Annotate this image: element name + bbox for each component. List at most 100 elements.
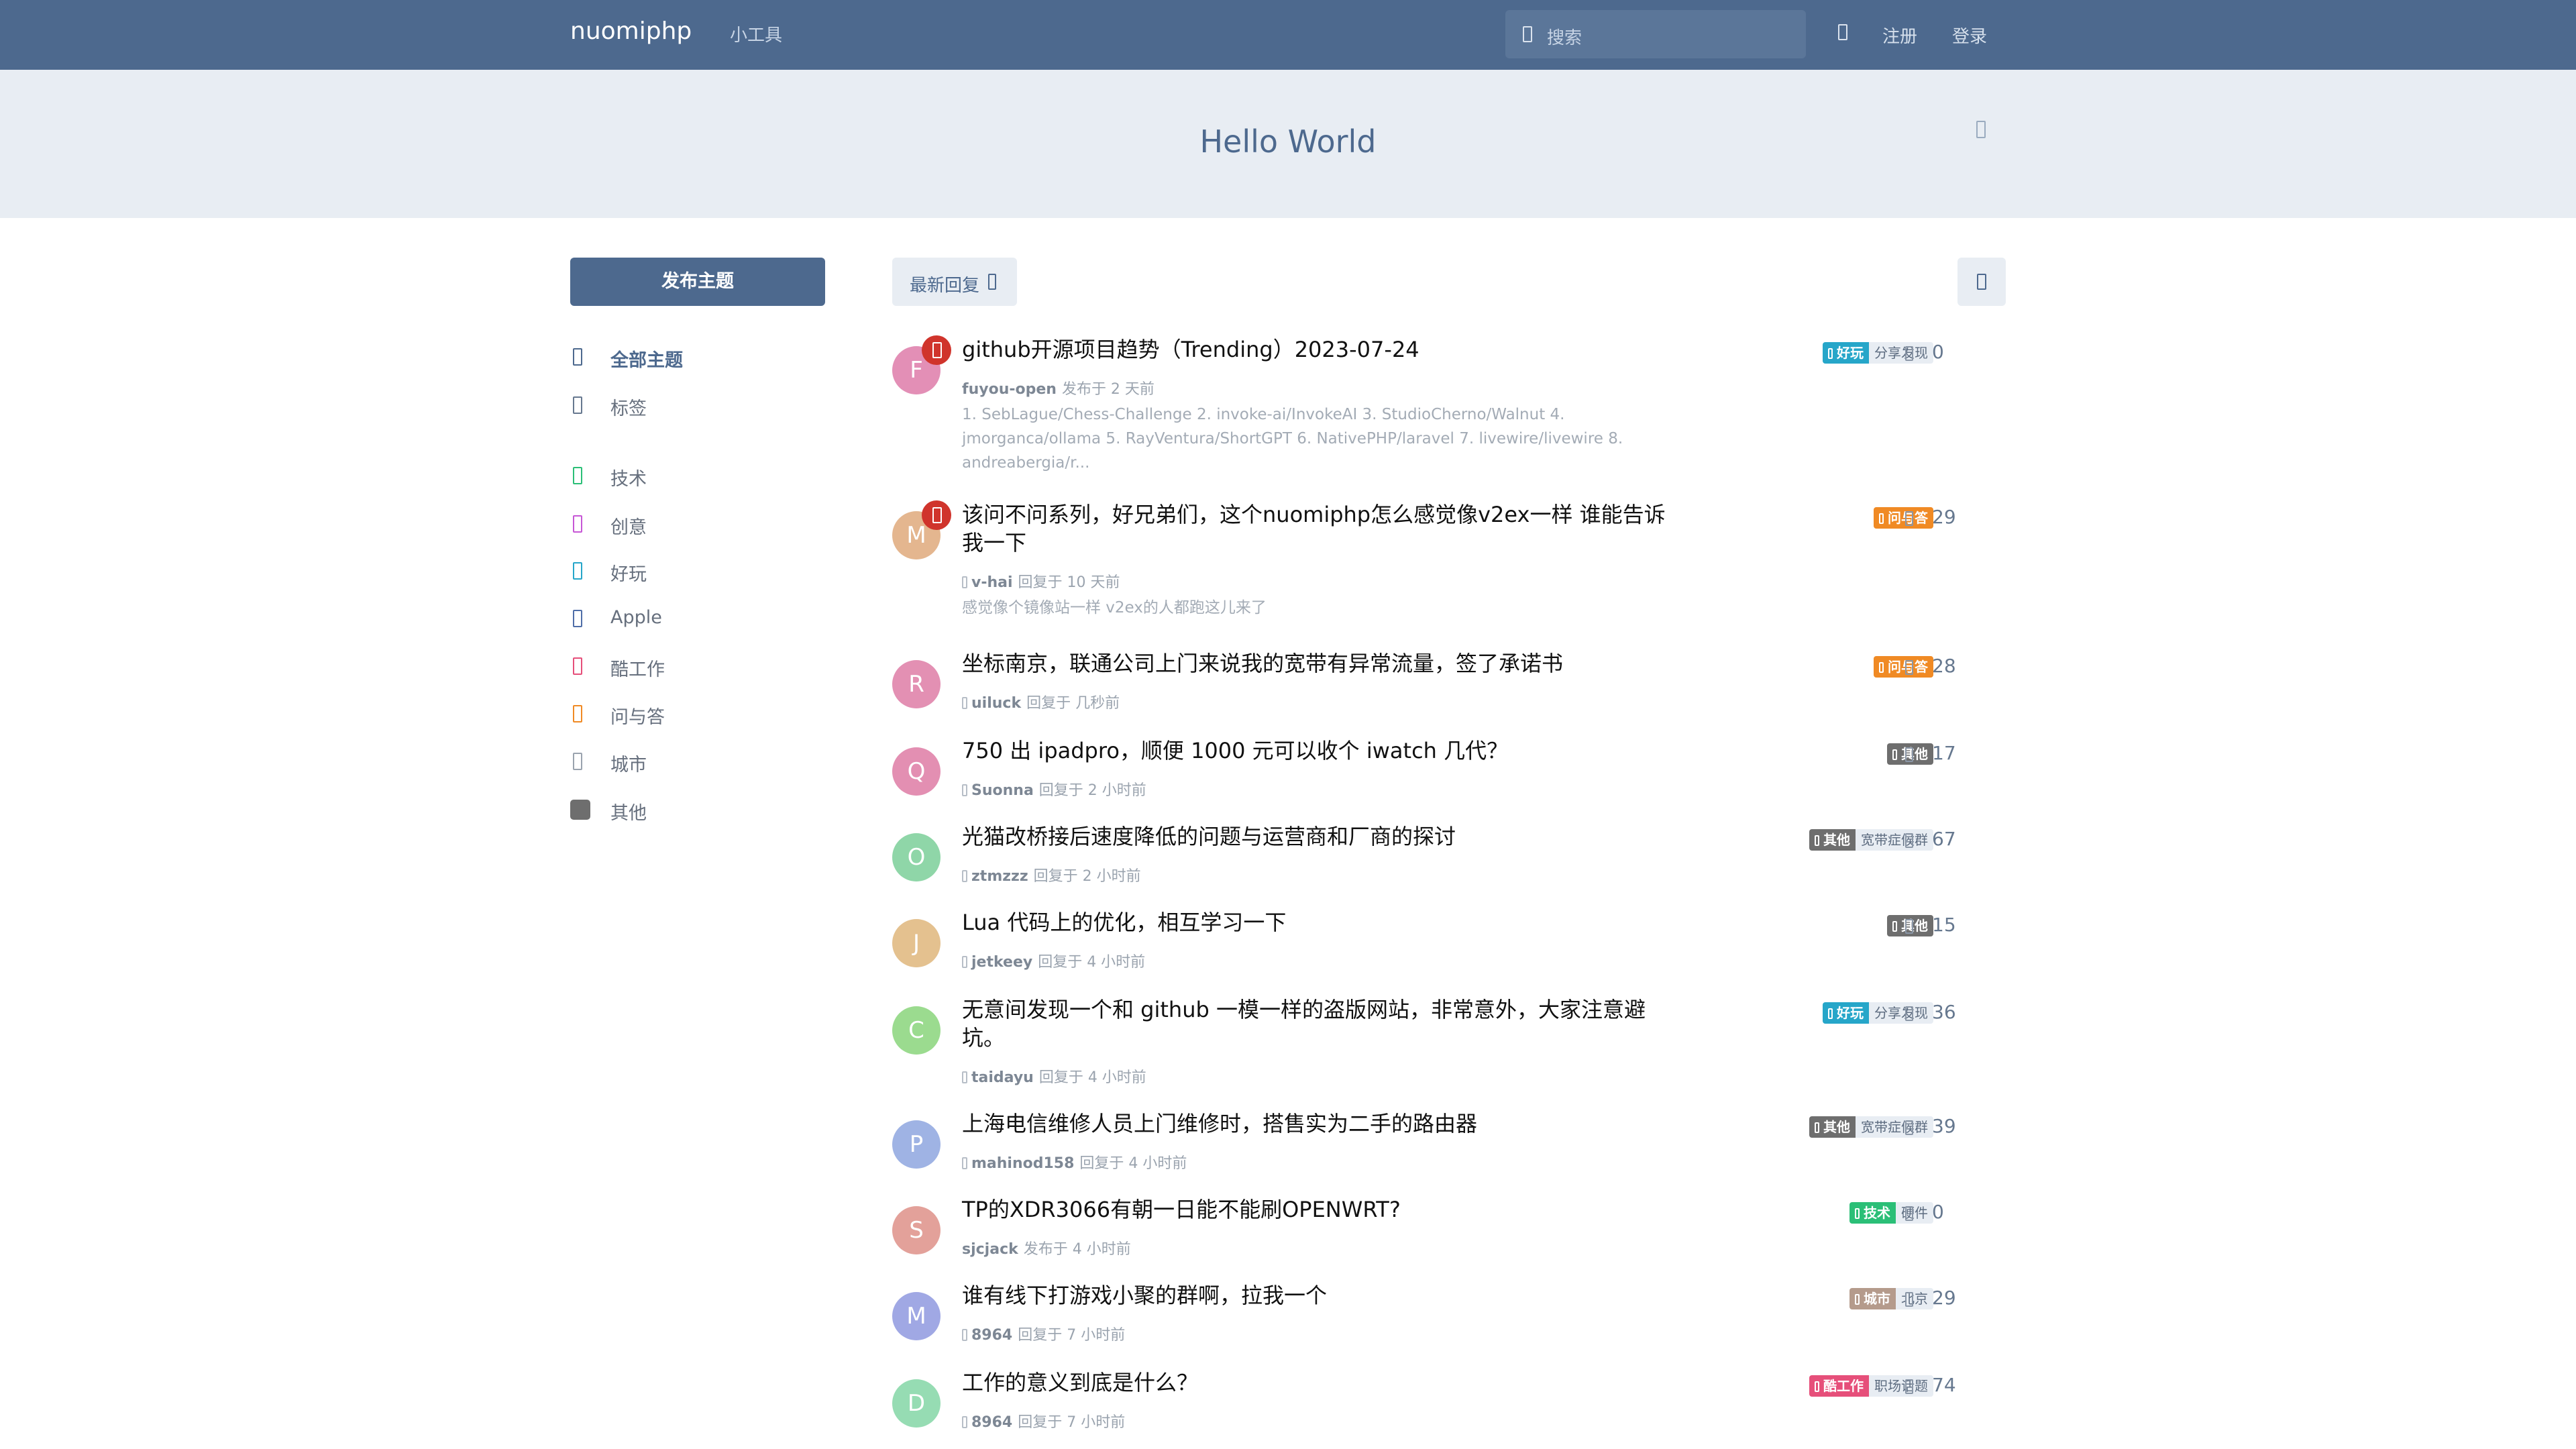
reply-count: 17 bbox=[1932, 742, 1956, 764]
tag-badge[interactable]: 问与答 bbox=[1874, 656, 1933, 678]
tag-badge-secondary[interactable]: 宽带症候群 bbox=[1856, 829, 1933, 851]
tag-badge-secondary[interactable]: 分享发现 bbox=[1869, 342, 1933, 364]
avatar[interactable]: S bbox=[892, 1206, 941, 1254]
nav-link-tools[interactable]: 小工具 bbox=[730, 21, 782, 46]
search-icon bbox=[1523, 26, 1532, 42]
tag-badge-secondary[interactable]: 分享发现 bbox=[1869, 1002, 1933, 1024]
sidebar-item-label: Apple bbox=[610, 607, 662, 628]
reply-count-icon bbox=[1905, 919, 1913, 934]
discussion-title[interactable]: TP的XDR3066有朝一日能不能刷OPENWRT? bbox=[962, 1195, 1673, 1224]
refresh-button[interactable] bbox=[1957, 258, 2006, 306]
pin-icon bbox=[922, 335, 951, 365]
tag-badge-secondary[interactable]: 硬件 bbox=[1896, 1202, 1933, 1224]
avatar[interactable]: P bbox=[892, 1120, 941, 1169]
sidebar-item-label: 其他 bbox=[610, 803, 647, 824]
new-discussion-button[interactable]: 发布主题 bbox=[570, 258, 825, 306]
discussion-time: 发布于 4 小时前 bbox=[1023, 1241, 1131, 1258]
login-link[interactable]: 登录 bbox=[1952, 23, 1987, 48]
search-input[interactable]: 搜索 bbox=[1505, 10, 1806, 58]
tag-label: 技术 bbox=[1864, 1205, 1890, 1221]
author-name[interactable]: taidayu bbox=[971, 1069, 1034, 1086]
close-hero-icon[interactable] bbox=[1976, 121, 1986, 138]
tag-badge[interactable]: 其他 bbox=[1809, 829, 1856, 851]
tag-icon bbox=[573, 753, 582, 770]
register-link[interactable]: 注册 bbox=[1882, 23, 1917, 48]
discussion-title[interactable]: 坐标南京，联通公司上门来说我的宽带有异常流量，签了承诺书 bbox=[962, 649, 1673, 678]
sidebar-item-label: 全部主题 bbox=[610, 350, 683, 371]
search-placeholder: 搜索 bbox=[1547, 28, 1582, 48]
reply-count: 74 bbox=[1932, 1374, 1956, 1396]
tag-badge[interactable]: 问与答 bbox=[1874, 507, 1933, 529]
author-name[interactable]: fuyou-open bbox=[962, 381, 1057, 398]
author-name[interactable]: jetkeey bbox=[971, 954, 1032, 971]
reply-icon bbox=[962, 576, 967, 588]
avatar[interactable]: M bbox=[892, 1292, 941, 1340]
avatar[interactable]: O bbox=[892, 833, 941, 881]
tag-label: 城市 bbox=[1864, 1291, 1890, 1307]
discussion-title[interactable]: 谁有线下打游戏小聚的群啊，拉我一个 bbox=[962, 1281, 1673, 1309]
tag-badge[interactable]: 酷工作 bbox=[1809, 1375, 1869, 1397]
tag-badge[interactable]: 城市 bbox=[1849, 1288, 1896, 1309]
tag-badge-secondary[interactable]: 北京 bbox=[1896, 1288, 1933, 1309]
sidebar-item-label: 创意 bbox=[610, 517, 647, 538]
discussion-tags: 好玩 分享发现 bbox=[1823, 342, 1933, 364]
avatar[interactable]: J bbox=[892, 919, 941, 967]
reply-icon bbox=[962, 870, 967, 882]
reply-count-icon bbox=[1905, 511, 1913, 526]
discussion-title[interactable]: 750 出 ipadpro，顺便 1000 元可以收个 iwatch 几代？ bbox=[962, 737, 1673, 765]
tag-icon bbox=[573, 562, 582, 580]
discussion-time: 回复于 2 小时前 bbox=[1033, 868, 1141, 885]
discussion-time: 回复于 7 小时前 bbox=[1018, 1414, 1126, 1431]
sort-dropdown[interactable]: 最新回复 bbox=[892, 258, 1017, 306]
tag-badge-secondary[interactable]: 宽带症候群 bbox=[1856, 1116, 1933, 1138]
discussion-tags: 问与答 bbox=[1874, 656, 1933, 678]
tag-icon bbox=[1815, 835, 1819, 846]
discussion-meta: sjcjack 发布于 4 小时前 bbox=[962, 1237, 1131, 1258]
discussion-title[interactable]: 光猫改桥接后速度降低的问题与运营商和厂商的探讨 bbox=[962, 822, 1673, 851]
discussion-title[interactable]: Lua 代码上的优化，相互学习一下 bbox=[962, 908, 1673, 936]
avatar[interactable]: Q bbox=[892, 747, 941, 796]
discussion-tags: 酷工作 职场话题 bbox=[1809, 1375, 1933, 1397]
reply-count: 67 bbox=[1932, 828, 1956, 850]
discussion-tags: 问与答 bbox=[1874, 507, 1933, 529]
tag-badge-secondary[interactable]: 职场话题 bbox=[1869, 1375, 1933, 1397]
reply-count-icon bbox=[1905, 1006, 1913, 1021]
tag-icon bbox=[1855, 1208, 1860, 1219]
discussion-title[interactable]: 工作的意义到底是什么？ bbox=[962, 1368, 1673, 1397]
author-name[interactable]: 8964 bbox=[971, 1414, 1012, 1431]
tag-badge[interactable]: 好玩 bbox=[1823, 342, 1869, 364]
discussion-time: 发布于 2 天前 bbox=[1061, 381, 1155, 398]
tag-square-icon bbox=[570, 800, 590, 820]
tag-icon bbox=[1815, 1381, 1819, 1392]
tag-badge[interactable]: 技术 bbox=[1849, 1202, 1896, 1224]
discussion-meta: mahinod158 回复于 4 小时前 bbox=[962, 1151, 1187, 1173]
discussion-title[interactable]: 上海电信维修人员上门维修时，搭售实为二手的路由器 bbox=[962, 1110, 1673, 1138]
discussion-tags: 其他 宽带症候群 bbox=[1809, 1116, 1933, 1138]
discussion-time: 回复于 几秒前 bbox=[1026, 695, 1120, 712]
author-name[interactable]: sjcjack bbox=[962, 1241, 1018, 1258]
avatar[interactable]: C bbox=[892, 1006, 941, 1055]
tags-icon bbox=[573, 396, 582, 414]
author-name[interactable]: ztmzzz bbox=[971, 868, 1028, 885]
tag-icon bbox=[573, 515, 582, 533]
author-name[interactable]: 8964 bbox=[971, 1327, 1012, 1344]
help-icon[interactable] bbox=[1838, 24, 1847, 40]
avatar[interactable]: D bbox=[892, 1379, 941, 1428]
author-name[interactable]: v-hai bbox=[971, 574, 1013, 591]
author-name[interactable]: uiluck bbox=[971, 695, 1021, 712]
avatar[interactable]: R bbox=[892, 660, 941, 708]
discussion-title[interactable]: 该问不问系列，好兄弟们，这个nuomiphp怎么感觉像v2ex一样 谁能告诉我一… bbox=[962, 500, 1673, 557]
author-name[interactable]: mahinod158 bbox=[971, 1155, 1074, 1172]
tag-badge[interactable]: 好玩 bbox=[1823, 1002, 1869, 1024]
discussion-tags: 好玩 分享发现 bbox=[1823, 1002, 1933, 1024]
discussion-meta: 8964 回复于 7 小时前 bbox=[962, 1323, 1125, 1344]
tag-label: 其他 bbox=[1823, 832, 1850, 848]
author-name[interactable]: Suonna bbox=[971, 782, 1034, 799]
discussion-title[interactable]: github开源项目趋势（Trending）2023-07-24 bbox=[962, 335, 1673, 364]
discussion-time: 回复于 4 小时前 bbox=[1079, 1155, 1187, 1172]
tag-label: 酷工作 bbox=[1823, 1378, 1864, 1394]
discussion-time: 回复于 10 天前 bbox=[1018, 574, 1120, 591]
site-logo[interactable]: nuomiphp bbox=[570, 17, 692, 45]
tag-badge[interactable]: 其他 bbox=[1809, 1116, 1856, 1138]
discussion-title[interactable]: 无意间发现一个和 github 一模一样的盗版网站，非常意外，大家注意避坑。 bbox=[962, 996, 1673, 1052]
